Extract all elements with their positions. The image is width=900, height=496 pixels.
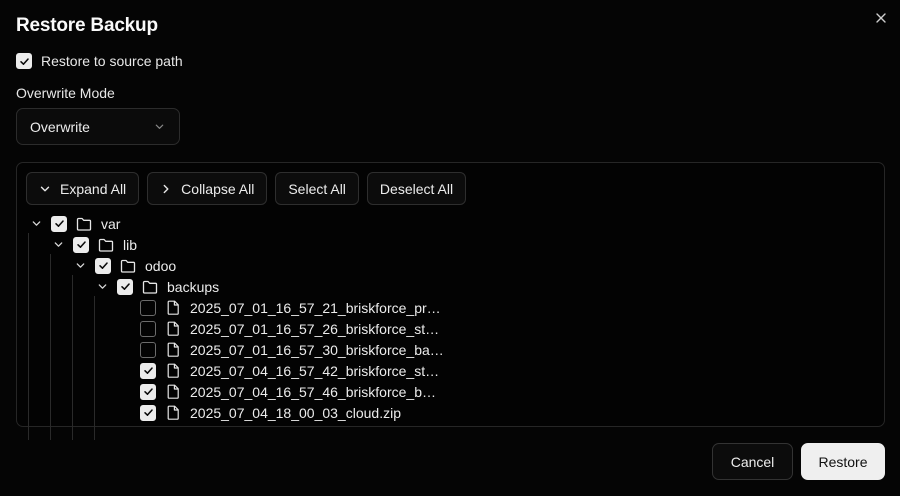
close-icon: [876, 13, 886, 23]
tree-row-folder[interactable]: odoo: [73, 255, 176, 276]
tree-checkbox[interactable]: [73, 236, 89, 253]
tree-checkbox[interactable]: [140, 320, 156, 337]
deselect-all-button[interactable]: Deselect All: [366, 172, 467, 205]
tree-checkbox[interactable]: [95, 257, 111, 274]
collapse-all-button[interactable]: Collapse All: [147, 172, 268, 205]
tree-item-label: backups: [167, 278, 220, 295]
expand-all-label: Expand All: [60, 180, 127, 197]
check-icon: [143, 388, 153, 395]
expand-toggle[interactable]: [29, 217, 43, 231]
expand-toggle[interactable]: [73, 259, 87, 273]
check-icon: [120, 283, 130, 290]
tree-row-folder[interactable]: backups: [95, 276, 219, 297]
tree-checkbox[interactable]: [51, 215, 67, 232]
overwrite-mode-value: Overwrite: [30, 118, 90, 135]
overwrite-mode-select[interactable]: Overwrite: [16, 108, 180, 145]
check-icon: [54, 220, 64, 227]
restore-to-source-label: Restore to source path: [41, 53, 183, 69]
tree-row-file[interactable]: 2025_07_01_16_57_30_briskforce_ba…: [140, 339, 444, 360]
indent-guide: [72, 275, 73, 440]
tree-row-file[interactable]: 2025_07_01_16_57_21_briskforce_pr…: [140, 297, 441, 318]
folder-icon: [76, 216, 92, 232]
folder-icon: [142, 279, 158, 295]
file-icon: [165, 384, 181, 400]
check-icon: [143, 409, 153, 416]
dialog-title: Restore Backup: [16, 15, 158, 36]
tree-row-file[interactable]: 2025_07_04_16_57_46_briskforce_b…: [140, 381, 436, 402]
folder-icon: [120, 258, 136, 274]
tree-row-file[interactable]: 2025_07_04_18_00_03_cloud.zip: [140, 402, 401, 423]
tree-toolbar: Expand All Collapse All Select All Desel…: [26, 172, 467, 205]
file-tree-panel: Expand All Collapse All Select All Desel…: [16, 162, 885, 440]
tree-checkbox[interactable]: [140, 404, 156, 421]
tree-checkbox[interactable]: [140, 341, 156, 358]
collapse-all-label: Collapse All: [181, 180, 255, 197]
select-all-button[interactable]: Select All: [275, 172, 359, 205]
restore-to-source-row[interactable]: Restore to source path: [16, 53, 183, 69]
tree-checkbox[interactable]: [140, 299, 156, 316]
deselect-all-label: Deselect All: [379, 180, 454, 197]
tree-item-label: 2025_07_04_16_57_42_briskforce_st…: [190, 362, 440, 379]
tree-checkbox[interactable]: [117, 278, 133, 295]
chevron-down-icon: [155, 124, 164, 129]
tree-row-folder[interactable]: var: [29, 213, 120, 234]
expand-toggle[interactable]: [51, 238, 65, 252]
tree-item-label: 2025_07_04_16_57_46_briskforce_b…: [190, 383, 436, 400]
check-icon: [143, 367, 153, 374]
check-icon: [98, 262, 108, 269]
restore-backup-dialog: Restore Backup Restore to source path Ov…: [0, 0, 900, 496]
tree-item-label: odoo: [145, 257, 177, 274]
file-icon: [165, 321, 181, 337]
chevron-down-icon: [54, 242, 62, 247]
restore-button[interactable]: Restore: [801, 443, 885, 480]
chevron-right-icon: [163, 184, 169, 193]
expand-all-button[interactable]: Expand All: [26, 172, 140, 205]
chevron-down-icon: [40, 186, 50, 191]
chevron-down-icon: [32, 221, 40, 226]
tree-item-label: var: [101, 215, 121, 232]
file-icon: [165, 342, 181, 358]
close-button[interactable]: [872, 9, 890, 27]
check-icon: [19, 57, 29, 65]
overwrite-mode-label: Overwrite Mode: [16, 85, 115, 101]
indent-guide: [94, 296, 95, 440]
select-all-label: Select All: [288, 180, 346, 197]
tree-row-file[interactable]: 2025_07_01_16_57_26_briskforce_st…: [140, 318, 439, 339]
tree-item-label: 2025_07_01_16_57_21_briskforce_pr…: [190, 299, 441, 316]
expand-toggle[interactable]: [95, 280, 109, 294]
tree-item-label: 2025_07_01_16_57_26_briskforce_st…: [190, 320, 440, 337]
file-icon: [165, 363, 181, 379]
file-icon: [165, 405, 181, 421]
chevron-down-icon: [98, 284, 106, 289]
tree-row-folder[interactable]: lib: [51, 234, 137, 255]
restore-to-source-checkbox[interactable]: [16, 53, 32, 69]
indent-guide: [50, 254, 51, 440]
indent-guide: [28, 233, 29, 440]
tree-item-label: lib: [123, 236, 138, 253]
cancel-button[interactable]: Cancel: [712, 443, 793, 480]
chevron-down-icon: [76, 263, 84, 268]
tree-checkbox[interactable]: [140, 383, 156, 400]
file-icon: [165, 300, 181, 316]
tree-item-label: 2025_07_01_16_57_30_briskforce_ba…: [190, 341, 444, 358]
tree-row-file[interactable]: 2025_07_04_16_57_42_briskforce_st…: [140, 360, 439, 381]
tree-checkbox[interactable]: [140, 362, 156, 379]
folder-icon: [98, 237, 114, 253]
tree-item-label: 2025_07_04_18_00_03_cloud.zip: [190, 404, 401, 421]
check-icon: [76, 241, 86, 248]
